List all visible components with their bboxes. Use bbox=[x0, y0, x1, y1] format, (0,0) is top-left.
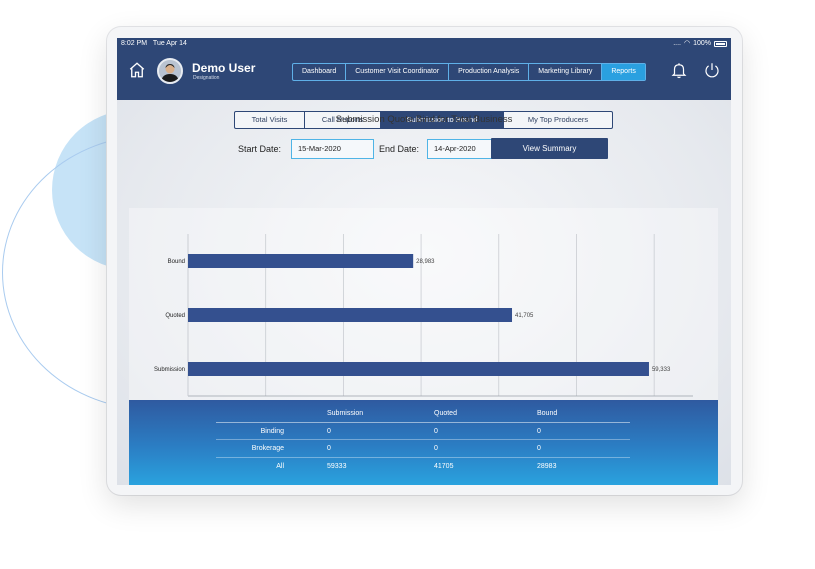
nav-marketing-library[interactable]: Marketing Library bbox=[529, 64, 603, 80]
status-bar: 8:02 PM Tue Apr 14 .... ◠ 100% bbox=[117, 38, 731, 50]
summary-table-panel: Submission Quoted Bound Binding 0 0 0 Br… bbox=[129, 400, 718, 485]
y-category-label: Quoted bbox=[165, 313, 185, 319]
power-icon[interactable] bbox=[703, 61, 721, 79]
avatar[interactable] bbox=[157, 58, 183, 84]
table-cell: 0 bbox=[327, 445, 331, 452]
table-row: Binding 0 0 0 bbox=[216, 423, 630, 440]
bar-value-label: 59,333 bbox=[652, 367, 671, 373]
table-cell: 0 bbox=[434, 427, 438, 435]
user-avatar-icon bbox=[159, 60, 181, 82]
table-cell: All bbox=[276, 462, 284, 470]
user-name: Demo User bbox=[192, 61, 256, 75]
bar bbox=[188, 362, 649, 376]
table-cell: 0 bbox=[327, 427, 331, 435]
table-cell: 28983 bbox=[537, 462, 557, 470]
nav-customer-visit-coordinator[interactable]: Customer Visit Coordinator bbox=[346, 64, 450, 80]
table-row: All 59333 41705 28983 bbox=[216, 458, 630, 476]
bar bbox=[188, 254, 414, 268]
table-header-cell: Quoted bbox=[434, 410, 457, 417]
battery-percent: 100% bbox=[693, 40, 711, 47]
bell-icon[interactable] bbox=[670, 61, 688, 79]
bar-value-label: 41,705 bbox=[515, 313, 534, 319]
wifi-icon: ◠ bbox=[683, 40, 691, 47]
table-cell: 0 bbox=[537, 445, 541, 452]
table-cell: 0 bbox=[434, 445, 438, 452]
app-screen: 8:02 PM Tue Apr 14 .... ◠ 100% Demo User… bbox=[117, 38, 731, 485]
main-nav: Dashboard Customer Visit Coordinator Pro… bbox=[292, 63, 646, 81]
status-date: Tue Apr 14 bbox=[152, 40, 187, 47]
nav-production-analysis[interactable]: Production Analysis bbox=[449, 64, 530, 80]
bar-chart: 0100002000030000400005000060000Bound28,9… bbox=[129, 208, 718, 400]
nav-dashboard[interactable]: Dashboard bbox=[293, 64, 347, 80]
y-category-label: Bound bbox=[168, 259, 185, 265]
table-cell: 0 bbox=[537, 427, 541, 435]
table-header-cell: Bound bbox=[537, 410, 558, 417]
table-cell: 59333 bbox=[327, 462, 347, 470]
signal-icon: .... bbox=[673, 40, 681, 47]
bar bbox=[188, 308, 513, 322]
home-icon[interactable] bbox=[128, 61, 146, 79]
y-category-label: Submission bbox=[154, 367, 185, 373]
summary-table: Submission Quoted Bound Binding 0 0 0 Br… bbox=[216, 405, 630, 475]
table-cell: Brokerage bbox=[251, 445, 284, 452]
table-cell: 41705 bbox=[434, 462, 454, 470]
app-header: Demo User Designation Dashboard Customer… bbox=[117, 50, 731, 100]
table-cell: Binding bbox=[260, 427, 284, 435]
battery-icon bbox=[714, 41, 727, 47]
status-time: 8:02 PM bbox=[121, 40, 148, 47]
table-header-cell: Submission bbox=[327, 410, 364, 417]
stage: 8:02 PM Tue Apr 14 .... ◠ 100% Demo User… bbox=[0, 0, 815, 569]
nav-reports[interactable]: Reports bbox=[602, 64, 645, 80]
table-header-row: Submission Quoted Bound bbox=[216, 405, 630, 423]
user-designation: Designation bbox=[193, 75, 220, 81]
bar-value-label: 28,983 bbox=[416, 259, 435, 265]
table-row: Brokerage 0 0 0 bbox=[216, 440, 630, 458]
